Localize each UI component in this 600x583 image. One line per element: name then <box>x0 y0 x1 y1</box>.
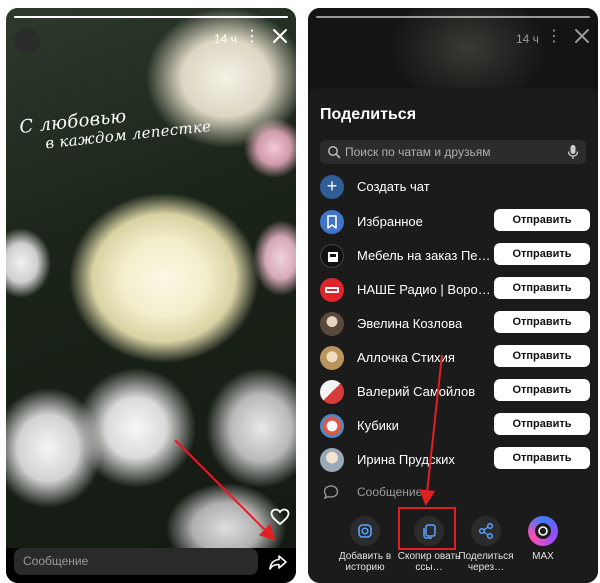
microphone-icon[interactable] <box>567 144 579 160</box>
contact-row[interactable]: Избранное Отправить <box>320 209 590 235</box>
avatar <box>320 448 344 472</box>
author-avatar[interactable] <box>14 28 40 54</box>
contact-row[interactable]: Кубики Отправить <box>320 413 590 439</box>
story-time: 14 ч <box>214 32 237 46</box>
contact-name: Мебель на заказ Пе… <box>357 248 491 263</box>
search-field[interactable]: Поиск по чатам и друзьям <box>320 140 586 164</box>
action-label: Добавить в историю <box>338 551 392 573</box>
story-progress-bar <box>14 16 288 18</box>
contact-name: Эвелина Козлова <box>357 316 463 331</box>
contact-row[interactable]: Валерий Самойлов Отправить <box>320 379 590 405</box>
search-icon <box>328 146 341 159</box>
speech-bubble-icon <box>323 485 339 500</box>
dimmed-story-photo <box>308 8 598 88</box>
avatar <box>320 380 344 404</box>
bookmark-icon <box>320 210 344 234</box>
contact-name: Аллочка Стихия <box>357 350 455 365</box>
radio-logo-icon <box>320 278 344 302</box>
sheet-title: Поделиться <box>320 106 417 123</box>
contact-row[interactable]: Ирина Прудских Отправить <box>320 447 590 473</box>
highlight-box <box>398 507 456 550</box>
close-icon[interactable] <box>270 26 290 46</box>
furniture-logo-icon <box>320 244 344 268</box>
send-button[interactable]: Отправить <box>494 379 590 401</box>
send-button[interactable]: Отправить <box>494 345 590 367</box>
contact-row[interactable]: Мебель на заказ Пе… Отправить <box>320 243 590 269</box>
message-label: Сообщение <box>357 485 423 499</box>
add-to-story-action[interactable]: Добавить в историю <box>333 516 397 573</box>
story-photo: С любовью в каждом лепестке <box>6 8 296 548</box>
send-button[interactable]: Отправить <box>494 311 590 333</box>
close-icon-dim[interactable] <box>572 26 592 46</box>
contact-name: НАШЕ Радио | Ворон… <box>357 282 492 297</box>
more-vertical-icon-dim[interactable]: ⋮ <box>546 28 562 46</box>
action-label: Поделиться через… <box>458 551 514 573</box>
story-screen: С любовью в каждом лепестке 14 ч ⋮ Сообщ… <box>6 8 296 583</box>
heart-icon[interactable] <box>270 508 290 526</box>
contact-name: Избранное <box>357 214 423 229</box>
story-progress-bar-dim <box>316 16 590 18</box>
contact-row[interactable]: Аллочка Стихия Отправить <box>320 345 590 371</box>
action-label: MAX <box>532 551 554 562</box>
instagram-icon <box>350 516 380 546</box>
avatar <box>320 312 344 336</box>
story-time-dim: 14 ч <box>516 32 539 46</box>
share-icon <box>471 516 501 546</box>
action-label: Скопир овать ссы… <box>397 551 461 573</box>
share-via-action[interactable]: Поделиться через… <box>454 516 518 573</box>
send-button[interactable]: Отправить <box>494 243 590 265</box>
contact-name: Валерий Самойлов <box>357 384 476 399</box>
contact-row[interactable]: Эвелина Козлова Отправить <box>320 311 590 337</box>
send-button[interactable]: Отправить <box>494 413 590 435</box>
search-placeholder: Поиск по чатам и друзьям <box>345 145 491 159</box>
story-progress-fill <box>14 16 288 18</box>
avatar <box>320 346 344 370</box>
story-progress-fill-dim <box>316 16 590 18</box>
contact-row[interactable]: НАШЕ Радио | Ворон… Отправить <box>320 277 590 303</box>
create-chat-label: Создать чат <box>357 179 430 194</box>
send-button[interactable]: Отправить <box>494 277 590 299</box>
story-photo-caption: С любовью в каждом лепестке <box>18 98 213 156</box>
contact-name: Кубики <box>357 418 399 433</box>
max-logo-icon <box>528 516 558 546</box>
message-input[interactable]: Сообщение <box>14 548 258 575</box>
more-vertical-icon[interactable]: ⋮ <box>244 28 260 46</box>
plus-icon: + <box>320 175 344 199</box>
share-screen: 14 ч ⋮ Поделиться Поиск по чатам и друзь… <box>308 8 598 583</box>
avatar <box>320 414 344 438</box>
max-action[interactable]: MAX <box>511 516 575 562</box>
share-arrow-icon[interactable] <box>268 552 288 572</box>
send-button[interactable]: Отправить <box>494 447 590 469</box>
send-button[interactable]: Отправить <box>494 209 590 231</box>
contact-name: Ирина Прудских <box>357 452 455 467</box>
